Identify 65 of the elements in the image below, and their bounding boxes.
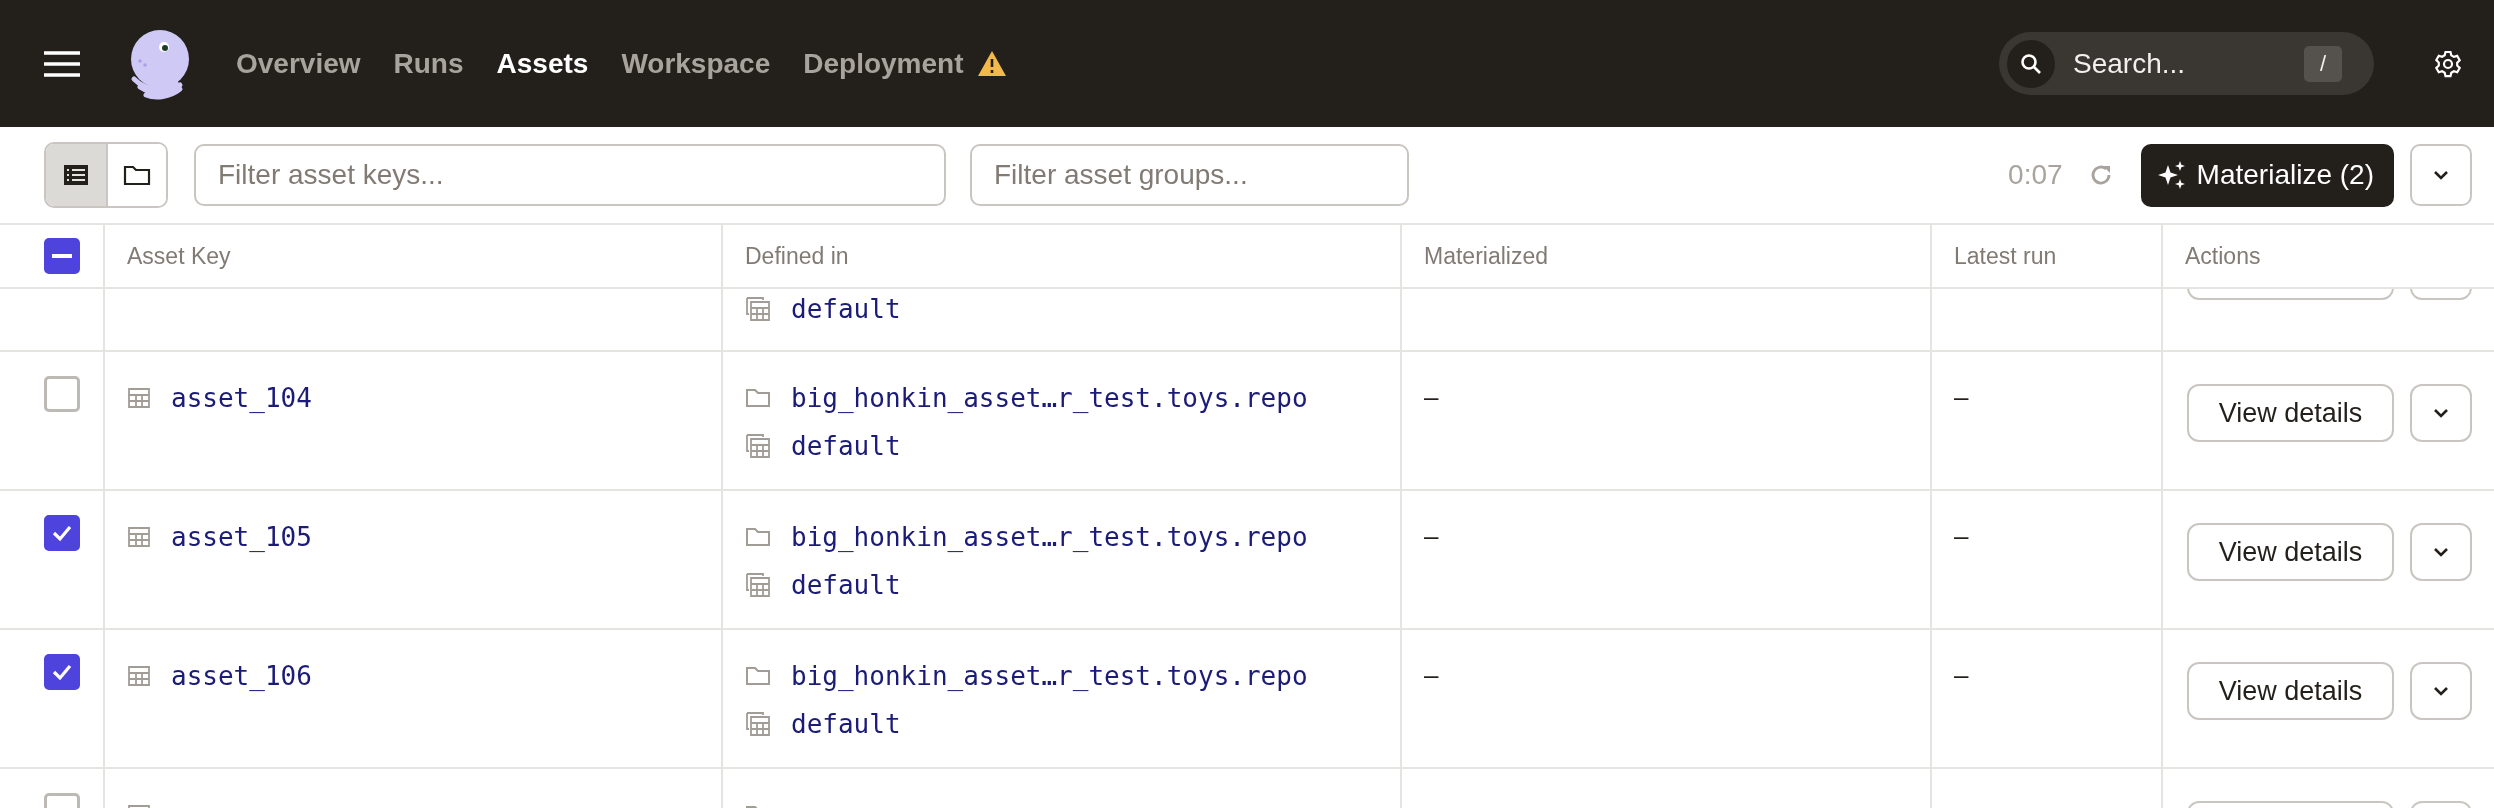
nav-tab[interactable]: Deployment xyxy=(803,47,1006,80)
code-location-link[interactable]: big_honkin_asset…r_test.toys.repo xyxy=(791,661,1308,691)
asset-key-link[interactable]: asset_106 xyxy=(171,661,312,691)
latest-run-value: – xyxy=(1954,381,1970,413)
code-location-link[interactable]: big_honkin_asset…r_test.toys.repo xyxy=(791,522,1308,552)
chevron-down-icon xyxy=(2433,547,2449,557)
check-icon xyxy=(51,663,73,681)
asset-group-link[interactable]: default xyxy=(791,294,901,324)
minus-icon xyxy=(52,254,72,258)
folder-view-toggle[interactable] xyxy=(106,144,166,206)
folder-icon xyxy=(745,526,771,548)
latest-run-value: – xyxy=(1954,520,1970,552)
view-details-button[interactable]: View details xyxy=(2187,662,2394,720)
folder-icon xyxy=(123,164,151,186)
asset-group-link[interactable]: default xyxy=(791,570,901,600)
column-header: Latest run xyxy=(1954,242,2057,270)
refresh-timer: 0:07 xyxy=(2008,159,2063,191)
checkbox[interactable] xyxy=(44,238,80,274)
nav-tab[interactable]: Workspace xyxy=(621,47,771,80)
checkbox[interactable] xyxy=(44,376,80,412)
nav-tab[interactable]: Runs xyxy=(393,47,464,80)
column-header: Actions xyxy=(2185,242,2261,270)
stacked-table-icon xyxy=(745,296,771,322)
asset-key-link[interactable]: asset_104 xyxy=(171,383,312,413)
materialized-value: – xyxy=(1424,520,1440,552)
folder-icon xyxy=(745,665,771,687)
table-icon xyxy=(127,665,151,687)
nav-tab[interactable]: Overview xyxy=(236,47,361,80)
shortcut-key: / xyxy=(2304,45,2342,82)
chevron-down-icon xyxy=(2433,408,2449,418)
column-header: Defined in xyxy=(745,242,849,270)
materialize-button[interactable]: Materialize (2) xyxy=(2140,143,2394,207)
filter-asset-groups-field[interactable]: Filter asset groups... xyxy=(970,144,1409,206)
view-details-button[interactable]: View details xyxy=(2187,384,2394,442)
table-icon xyxy=(127,387,151,409)
chevron-down-icon xyxy=(2433,686,2449,696)
asset-group-link[interactable]: default xyxy=(791,431,901,461)
check-icon xyxy=(51,524,73,542)
column-header: Asset Key xyxy=(127,242,231,270)
table-icon xyxy=(127,526,151,548)
list-view-toggle[interactable] xyxy=(46,144,106,206)
latest-run-value: – xyxy=(1954,659,1970,691)
stacked-table-icon xyxy=(745,433,771,459)
stacked-table-icon xyxy=(745,711,771,737)
nav-tab[interactable]: Assets xyxy=(496,47,589,80)
chevron-down-icon xyxy=(2433,170,2449,180)
list-view-icon xyxy=(63,164,89,186)
view-details-button[interactable]: View details xyxy=(2187,523,2394,581)
materialized-value: – xyxy=(1424,659,1440,691)
checkbox[interactable] xyxy=(44,515,80,551)
materialized-value: – xyxy=(1424,381,1440,413)
warning-icon xyxy=(977,51,1006,76)
asset-key-link[interactable]: asset_105 xyxy=(171,522,312,552)
column-header: Materialized xyxy=(1424,242,1548,270)
menu-icon[interactable] xyxy=(44,49,80,78)
asset-group-link[interactable]: default xyxy=(791,709,901,739)
checkbox[interactable] xyxy=(44,654,80,690)
folder-icon xyxy=(745,387,771,409)
search-icon xyxy=(2020,52,2042,75)
code-location-link[interactable]: big_honkin_asset…r_test.toys.repo xyxy=(791,383,1308,413)
filter-asset-keys-field[interactable]: Filter asset keys... xyxy=(194,144,946,206)
search-placeholder: Search... xyxy=(2073,47,2187,80)
settings-icon[interactable] xyxy=(2434,49,2462,78)
search-field[interactable]: Search... / xyxy=(1999,32,2374,95)
stacked-table-icon xyxy=(745,572,771,598)
